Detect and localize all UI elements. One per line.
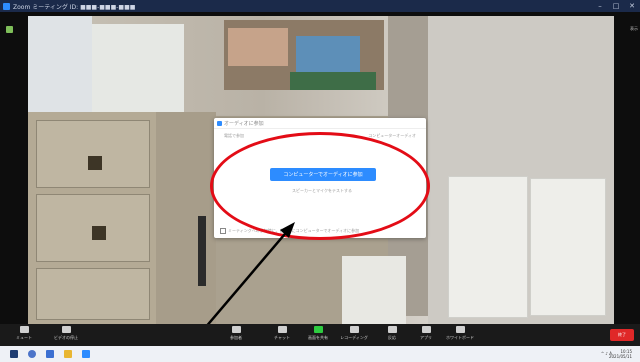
security-shield-icon[interactable] (6, 26, 13, 33)
reactions-icon (387, 326, 397, 333)
end-meeting-button[interactable]: 終了 (610, 329, 634, 341)
share-screen-icon (313, 326, 323, 333)
video-drawer-label (88, 156, 102, 170)
task-view-icon[interactable] (46, 350, 54, 358)
clock-date: 2021/05/11 (608, 354, 632, 359)
video-box (296, 36, 360, 72)
windows-start-icon[interactable] (10, 350, 18, 358)
window-title: Zoom ミーティング ID: ■■■-■■■-■■■ (13, 3, 136, 11)
share-screen-button[interactable]: 画面を共有 (304, 326, 332, 344)
zoom-dialog-icon (217, 120, 222, 126)
os-taskbar: ^ ♪ A 10:15 2021/05/11 (0, 346, 640, 362)
tab-computer-audio[interactable]: コンピューターオーディオ (368, 133, 416, 139)
search-icon[interactable] (28, 350, 36, 358)
participants-button[interactable]: 参加者 (222, 326, 250, 344)
microphone-icon (19, 326, 29, 333)
participants-label: 参加者 (230, 335, 242, 340)
window-titlebar: Zoom ミーティング ID: ■■■-■■■-■■■ – □ ✕ (0, 0, 640, 12)
record-icon (349, 326, 359, 333)
apps-button[interactable]: アプリ (412, 326, 440, 344)
apps-icon (421, 326, 431, 333)
dialog-title: オーディオに参加 (224, 120, 264, 127)
dialog-titlebar: オーディオに参加 (214, 118, 426, 129)
zoom-app-icon[interactable] (82, 350, 90, 358)
meeting-toolbar: ミュート ビデオの停止 参加者 チャット 画面を共有 レコーディング 反応 アプ… (0, 324, 640, 346)
video-camera-icon (61, 326, 71, 333)
close-button[interactable]: ✕ (624, 2, 640, 10)
video-paper (448, 176, 528, 318)
mute-label: ミュート (16, 335, 32, 340)
stop-video-label: ビデオの停止 (54, 335, 78, 340)
chat-button[interactable]: チャット (268, 326, 296, 344)
file-explorer-icon[interactable] (64, 350, 72, 358)
taskbar-clock[interactable]: 10:15 2021/05/11 (609, 349, 632, 359)
view-button[interactable]: 表示 (630, 26, 638, 32)
participants-icon (231, 326, 241, 333)
maximize-button[interactable]: □ (608, 2, 624, 10)
video-box (228, 28, 288, 66)
video-drawer (36, 268, 150, 320)
whiteboard-button[interactable]: ホワイトボード (446, 326, 474, 344)
apps-label: アプリ (420, 335, 432, 340)
highlight-ring (210, 132, 430, 240)
whiteboard-icon (455, 326, 465, 333)
tab-phone[interactable]: 電話で参加 (224, 133, 244, 139)
video-shelf-left (92, 24, 184, 120)
video-box (290, 72, 376, 90)
video-drawer (36, 120, 150, 188)
share-screen-label: 画面を共有 (308, 335, 328, 340)
zoom-app-icon (3, 2, 10, 10)
record-button[interactable]: レコーディング (340, 326, 368, 344)
reactions-label: 反応 (388, 335, 396, 340)
chat-icon (277, 326, 287, 333)
auto-join-audio-checkbox[interactable] (220, 228, 226, 234)
chat-label: チャット (274, 335, 290, 340)
video-paper (342, 256, 406, 324)
video-drawer-label (92, 226, 106, 240)
video-window-light (28, 16, 92, 112)
whiteboard-label: ホワイトボード (446, 335, 474, 340)
video-cabinet (156, 112, 216, 324)
mute-button[interactable]: ミュート (10, 326, 38, 344)
record-label: レコーディング (340, 335, 368, 340)
video-handle (198, 216, 206, 286)
reactions-button[interactable]: 反応 (378, 326, 406, 344)
stop-video-button[interactable]: ビデオの停止 (52, 326, 80, 344)
video-paper (530, 178, 606, 316)
minimize-button[interactable]: – (592, 2, 608, 10)
